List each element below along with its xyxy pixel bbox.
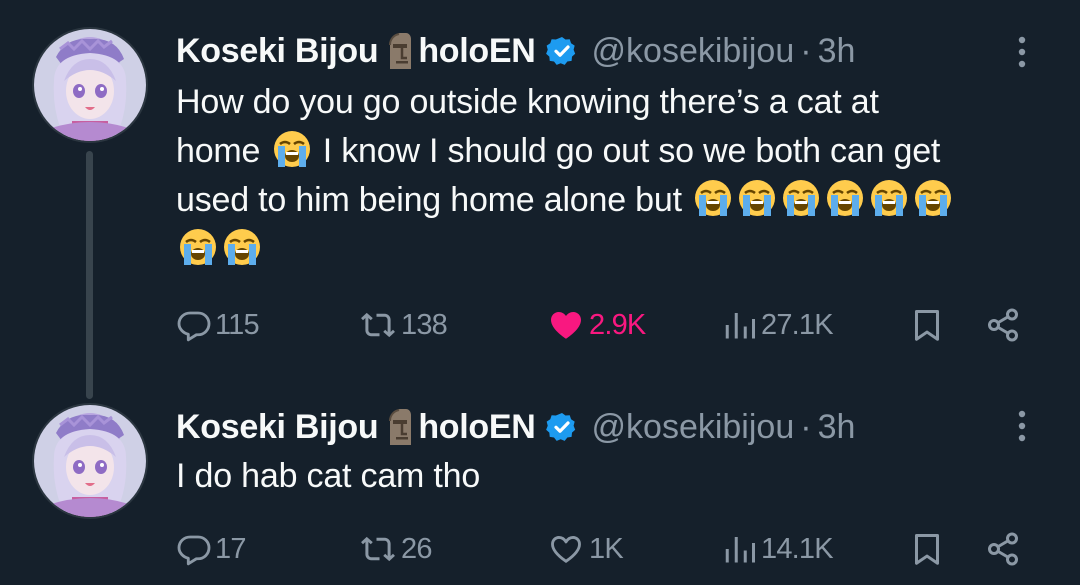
thread-connector-line — [86, 151, 93, 399]
views-button[interactable]: 27.1K — [722, 302, 834, 348]
reply-button[interactable]: 17 — [176, 526, 246, 572]
loudly-crying-face-icon — [737, 178, 777, 218]
reply-count: 17 — [215, 532, 246, 565]
tweet-text-line: home — [176, 132, 261, 170]
moai-icon — [384, 407, 414, 447]
separator-dot: · — [800, 31, 812, 70]
timestamp[interactable]: 3h — [818, 408, 856, 447]
tweet-actions: 17 26 1K 14.1K — [0, 526, 1080, 572]
like-count: 1K — [589, 532, 624, 565]
loudly-crying-face-icon — [693, 178, 733, 218]
loudly-crying-face-icon — [781, 178, 821, 218]
like-button[interactable]: 2.9K — [546, 302, 646, 348]
tweet-actions: 115 138 2.9K 27.1K — [0, 302, 1080, 348]
share-button[interactable] — [985, 526, 1021, 572]
tweet-text: I do hab cat cam tho — [176, 452, 1036, 501]
more-options-icon[interactable] — [1010, 32, 1034, 72]
author-name-suffix[interactable]: holoEN — [418, 408, 535, 447]
repost-count: 26 — [401, 532, 432, 565]
author-name[interactable]: Koseki Bijou — [176, 408, 379, 447]
like-count: 2.9K — [589, 308, 646, 341]
views-button[interactable]: 14.1K — [722, 526, 834, 572]
tweet[interactable]: Koseki Bijou holoEN @kosekibijou · 3h I … — [0, 385, 1080, 585]
views-count: 14.1K — [761, 532, 834, 565]
avatar-image — [34, 405, 146, 517]
share-icon — [985, 307, 1021, 343]
avatar[interactable] — [34, 405, 146, 517]
repost-icon — [358, 531, 398, 567]
bookmark-button[interactable] — [909, 302, 945, 348]
moai-icon — [384, 31, 414, 71]
tweet-text-line: used to him being home alone but — [176, 181, 682, 219]
tweet-text-line: How do you go outside knowing there’s a … — [176, 83, 879, 121]
reply-button[interactable]: 115 — [176, 302, 260, 348]
loudly-crying-face-icon — [178, 227, 218, 267]
tweet-header: Koseki Bijou holoEN @kosekibijou · 3h — [176, 404, 855, 450]
views-count: 27.1K — [761, 308, 834, 341]
avatar-image — [34, 29, 146, 141]
reply-icon — [176, 531, 212, 567]
loudly-crying-face-icon — [869, 178, 909, 218]
bookmark-icon — [909, 531, 945, 567]
repost-button[interactable]: 26 — [358, 526, 432, 572]
loudly-crying-face-icon — [272, 129, 312, 169]
author-name-suffix[interactable]: holoEN — [418, 32, 535, 71]
author-handle[interactable]: @kosekibijou — [592, 32, 795, 71]
timestamp[interactable]: 3h — [818, 32, 856, 71]
reply-icon — [176, 307, 212, 343]
share-button[interactable] — [985, 302, 1021, 348]
separator-dot: · — [800, 407, 812, 446]
reply-count: 115 — [215, 308, 260, 341]
tweet-header: Koseki Bijou holoEN @kosekibijou · 3h — [176, 28, 855, 74]
loudly-crying-face-icon — [222, 227, 262, 267]
bookmark-icon — [909, 307, 945, 343]
views-chart-icon — [722, 531, 758, 567]
more-options-icon[interactable] — [1010, 406, 1034, 446]
like-button[interactable]: 1K — [546, 526, 624, 572]
bookmark-button[interactable] — [909, 526, 945, 572]
share-icon — [985, 531, 1021, 567]
loudly-crying-face-icon — [913, 178, 953, 218]
heart-icon — [546, 531, 586, 567]
author-handle[interactable]: @kosekibijou — [592, 408, 795, 447]
avatar[interactable] — [34, 29, 146, 141]
repost-button[interactable]: 138 — [358, 302, 448, 348]
verified-badge-icon[interactable] — [546, 411, 578, 443]
tweet-text-line: I know I should go out so we both can ge… — [322, 132, 941, 170]
repost-icon — [358, 307, 398, 343]
repost-count: 138 — [401, 308, 448, 341]
verified-badge-icon[interactable] — [546, 35, 578, 67]
loudly-crying-face-icon — [825, 178, 865, 218]
author-name[interactable]: Koseki Bijou — [176, 32, 379, 71]
tweet-text: How do you go outside knowing there’s a … — [176, 78, 1036, 274]
tweet[interactable]: Koseki Bijou holoEN @kosekibijou · 3h Ho… — [0, 0, 1080, 399]
heart-filled-icon — [546, 307, 586, 343]
tweet-text-line: I do hab cat cam tho — [176, 457, 481, 495]
views-chart-icon — [722, 307, 758, 343]
